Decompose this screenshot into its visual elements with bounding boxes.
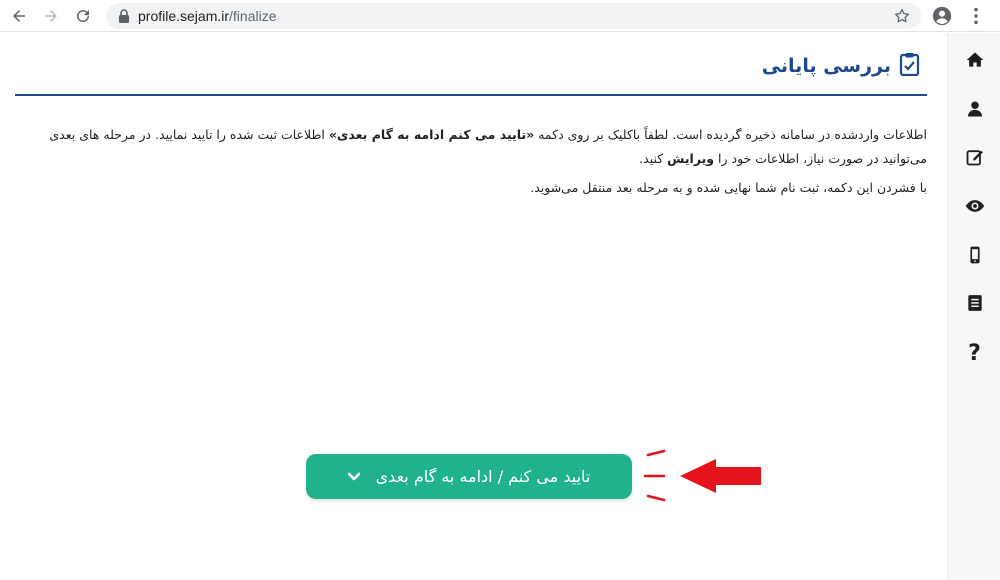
- right-sidebar: ?: [947, 33, 1000, 580]
- browser-toolbar: profile.sejam.ir/finalize: [0, 0, 1000, 32]
- finalize-note: با فشردن این دکمه، ثبت نام شما نهایی شده…: [530, 180, 927, 195]
- mobile-icon: [969, 246, 980, 264]
- reload-button[interactable]: [72, 5, 94, 27]
- url-path: /finalize: [229, 8, 277, 24]
- instruction-bold-edit: ویرایش: [667, 151, 715, 166]
- page-header: بررسی پایانی: [762, 51, 921, 81]
- kebab-menu-icon[interactable]: [965, 5, 987, 27]
- document-icon: [967, 295, 982, 311]
- title-underline: [15, 94, 927, 96]
- edit-icon: [966, 150, 983, 166]
- instruction-paragraph: اطلاعات واردشده در سامانه ذخیره گردیده ا…: [32, 123, 927, 171]
- sidebar-item-help[interactable]: ?: [948, 333, 1000, 373]
- lock-icon: [119, 9, 129, 23]
- back-button[interactable]: [8, 5, 30, 27]
- main-content: بررسی پایانی اطلاعات واردشده در سامانه ذ…: [0, 33, 947, 580]
- confirm-button-label: تایید می کنم / ادامه به گام بعدی: [375, 467, 591, 486]
- instruction-bold-confirm: «تایید می کنم ادامه به گام بعدی»: [328, 127, 535, 142]
- account-icon[interactable]: [931, 5, 953, 27]
- question-icon: ?: [968, 340, 981, 366]
- home-icon: [966, 52, 983, 67]
- user-icon: [967, 101, 982, 117]
- sidebar-item-profile[interactable]: [948, 89, 1000, 129]
- reload-icon: [77, 10, 90, 23]
- instruction-text-1: اطلاعات واردشده در سامانه ذخیره گردیده ا…: [534, 127, 927, 142]
- sidebar-item-edit[interactable]: [948, 137, 1000, 177]
- url-text: profile.sejam.ir/finalize: [138, 8, 277, 24]
- sidebar-item-home[interactable]: [948, 40, 1000, 80]
- forward-button[interactable]: [40, 5, 62, 27]
- instruction-text-3: کنید.: [639, 151, 668, 166]
- clipboard-check-icon: [899, 52, 921, 80]
- page-title: بررسی پایانی: [761, 55, 891, 77]
- back-arrow-icon: [13, 10, 25, 22]
- sidebar-item-document[interactable]: [948, 283, 1000, 323]
- sidebar-item-mobile[interactable]: [948, 235, 1000, 275]
- chevron-down-icon: [347, 467, 360, 486]
- address-bar[interactable]: profile.sejam.ir/finalize: [106, 3, 921, 29]
- url-host: profile.sejam.ir: [138, 8, 230, 24]
- sidebar-item-view[interactable]: [948, 186, 1000, 226]
- bookmark-star-icon[interactable]: [893, 7, 911, 25]
- confirm-next-step-button[interactable]: تایید می کنم / ادامه به گام بعدی: [306, 454, 632, 499]
- forward-arrow-icon: [45, 10, 57, 22]
- eye-icon: [965, 200, 984, 212]
- red-pointer-arrow-icon: [643, 449, 761, 502]
